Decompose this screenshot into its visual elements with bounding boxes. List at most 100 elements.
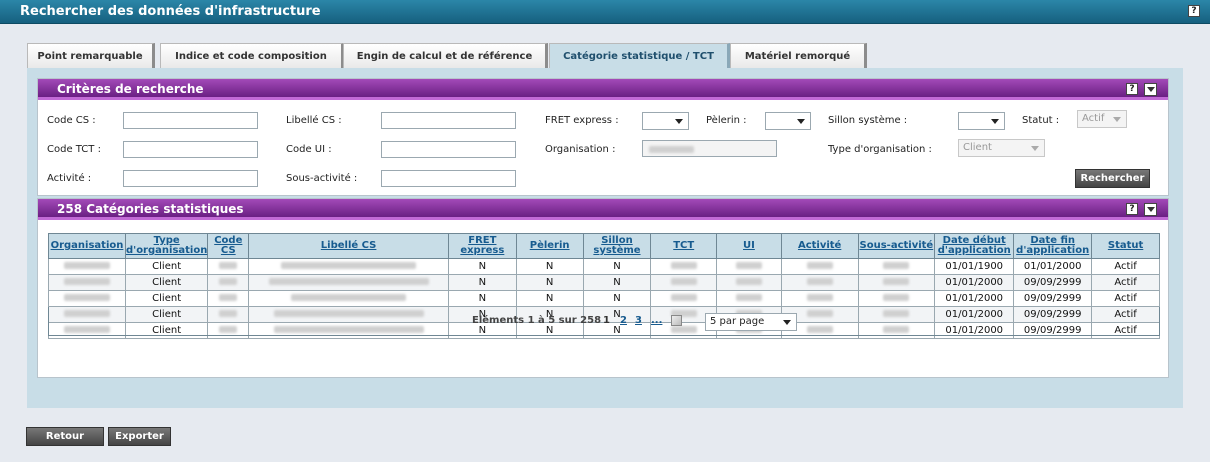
sous-activite-input[interactable] bbox=[381, 170, 516, 187]
cell-statut: Actif bbox=[1091, 290, 1160, 307]
chevron-down-icon bbox=[1031, 146, 1039, 151]
cell-activite bbox=[780, 274, 859, 291]
cell-sillon: N bbox=[582, 290, 652, 307]
cell-organisation bbox=[48, 274, 126, 291]
pagination-summary: Eléments 1 à 5 sur 258 bbox=[472, 315, 602, 326]
code-ui-input[interactable] bbox=[381, 141, 516, 158]
cell-libelle-cs bbox=[248, 258, 449, 275]
organisation-input[interactable] bbox=[642, 140, 777, 157]
cell-code-cs bbox=[207, 274, 250, 291]
chevron-down-icon bbox=[675, 119, 683, 124]
cell-type: Client bbox=[124, 274, 209, 291]
last-page-icon[interactable] bbox=[671, 315, 682, 326]
cell-tct bbox=[650, 258, 718, 275]
back-button[interactable]: Retour bbox=[26, 427, 104, 446]
collapse-icon[interactable] bbox=[1144, 83, 1157, 96]
code-ui-label: Code UI : bbox=[286, 144, 332, 155]
col-code-cs[interactable]: Code CS bbox=[207, 233, 250, 259]
table-row[interactable]: Client N N N 01/01/2000 09/09/2999 Actif bbox=[48, 274, 1160, 291]
sillon-systeme-select[interactable] bbox=[958, 112, 1005, 130]
code-tct-input[interactable] bbox=[123, 141, 258, 158]
cell-date-fin: 09/09/2999 bbox=[1013, 274, 1093, 291]
cell-sous-activite bbox=[857, 258, 936, 275]
col-organisation[interactable]: Organisation bbox=[48, 233, 126, 259]
results-header: 258 Catégories statistiques ? bbox=[38, 199, 1168, 220]
cell-sillon: N bbox=[582, 274, 652, 291]
activite-label: Activité : bbox=[47, 173, 92, 184]
results-title: 258 Catégories statistiques bbox=[57, 202, 244, 216]
cell-sous-activite bbox=[857, 290, 936, 307]
help-icon[interactable]: ? bbox=[1126, 83, 1138, 95]
col-activite[interactable]: Activité bbox=[780, 233, 859, 259]
cell-code-cs bbox=[207, 258, 250, 275]
cell-date-fin: 01/01/2000 bbox=[1013, 258, 1093, 275]
table-row[interactable]: Client N N N 01/01/2000 09/09/2999 Actif bbox=[48, 290, 1160, 307]
col-date-debut[interactable]: Date début d'application bbox=[934, 233, 1015, 259]
section-title: Critères de recherche bbox=[57, 82, 204, 96]
col-tct[interactable]: TCT bbox=[650, 233, 718, 259]
libelle-cs-input[interactable] bbox=[381, 112, 516, 129]
type-organisation-select[interactable]: Client bbox=[958, 139, 1045, 157]
col-sous-activite[interactable]: Sous-activité bbox=[857, 233, 936, 259]
fret-express-select[interactable] bbox=[642, 112, 689, 130]
col-date-fin[interactable]: Date fin d'application bbox=[1013, 233, 1093, 259]
cell-libelle-cs bbox=[248, 274, 449, 291]
col-ui[interactable]: UI bbox=[716, 233, 782, 259]
tab-point-remarquable[interactable]: Point remarquable bbox=[27, 43, 155, 69]
page-link-more[interactable]: ... bbox=[651, 315, 662, 326]
window-titlebar: Rechercher des données d'infrastructure … bbox=[0, 0, 1210, 24]
cell-tct bbox=[650, 274, 718, 291]
pagination: Eléments 1 à 5 sur 258 1 2 3 ... 5 par p… bbox=[48, 307, 1160, 336]
page-link-2[interactable]: 2 bbox=[620, 315, 627, 326]
statut-label: Statut : bbox=[1022, 115, 1060, 126]
col-pelerin[interactable]: Pèlerin bbox=[515, 233, 584, 259]
col-statut[interactable]: Statut bbox=[1091, 233, 1160, 259]
cell-code-cs bbox=[207, 290, 250, 307]
search-button[interactable]: Rechercher bbox=[1075, 169, 1150, 188]
col-type-organisation[interactable]: Type d'organisation bbox=[124, 233, 209, 259]
pelerin-select[interactable] bbox=[765, 112, 811, 130]
cell-statut: Actif bbox=[1091, 274, 1160, 291]
organisation-value bbox=[649, 146, 694, 153]
search-criteria-header: Critères de recherche ? bbox=[38, 79, 1168, 100]
help-icon[interactable]: ? bbox=[1126, 203, 1138, 215]
page-link-3[interactable]: 3 bbox=[635, 315, 642, 326]
type-organisation-label: Type d'organisation : bbox=[828, 144, 932, 155]
cell-organisation bbox=[48, 290, 126, 307]
cell-organisation bbox=[48, 258, 126, 275]
code-cs-label: Code CS : bbox=[47, 115, 96, 126]
col-sillon-systeme[interactable]: Sillon système bbox=[582, 233, 652, 259]
collapse-icon[interactable] bbox=[1144, 203, 1157, 216]
col-libelle-cs[interactable]: Libellé CS bbox=[248, 233, 449, 259]
page-size-select[interactable]: 5 par page bbox=[705, 313, 797, 331]
cell-date-debut: 01/01/1900 bbox=[934, 258, 1015, 275]
search-criteria-section: Critères de recherche ? Code CS : Libell… bbox=[37, 78, 1169, 196]
cell-ui bbox=[716, 258, 782, 275]
cell-date-debut: 01/01/2000 bbox=[934, 290, 1015, 307]
code-cs-input[interactable] bbox=[123, 112, 258, 129]
tab-engin-calcul[interactable]: Engin de calcul et de référence bbox=[343, 43, 548, 69]
cell-pelerin: N bbox=[515, 274, 584, 291]
cell-type: Client bbox=[124, 290, 209, 307]
chevron-down-icon bbox=[783, 320, 791, 325]
cell-libelle-cs bbox=[248, 290, 449, 307]
sous-activite-label: Sous-activité : bbox=[286, 173, 358, 184]
help-icon[interactable]: ? bbox=[1188, 5, 1200, 17]
type-organisation-value: Client bbox=[963, 142, 992, 153]
table-header-row: Organisation Type d'organisation Code CS… bbox=[48, 233, 1160, 259]
cell-fret: N bbox=[447, 258, 517, 275]
cell-ui bbox=[716, 274, 782, 291]
page-size-value: 5 par page bbox=[710, 316, 765, 327]
chevron-down-icon bbox=[797, 119, 805, 124]
export-button[interactable]: Exporter bbox=[108, 427, 171, 446]
tab-indice-code-composition[interactable]: Indice et code composition bbox=[160, 43, 344, 69]
activite-input[interactable] bbox=[123, 170, 258, 187]
tab-categorie-statistique[interactable]: Catégorie statistique / TCT bbox=[549, 43, 730, 69]
tab-materiel-remorque[interactable]: Matériel remorqué bbox=[730, 43, 867, 69]
cell-tct bbox=[650, 290, 718, 307]
col-fret-express[interactable]: FRET express bbox=[447, 233, 517, 259]
cell-ui bbox=[716, 290, 782, 307]
statut-select[interactable]: Actif bbox=[1077, 110, 1127, 128]
table-row[interactable]: Client N N N 01/01/1900 01/01/2000 Actif bbox=[48, 258, 1160, 275]
fret-express-label: FRET express : bbox=[545, 115, 619, 126]
